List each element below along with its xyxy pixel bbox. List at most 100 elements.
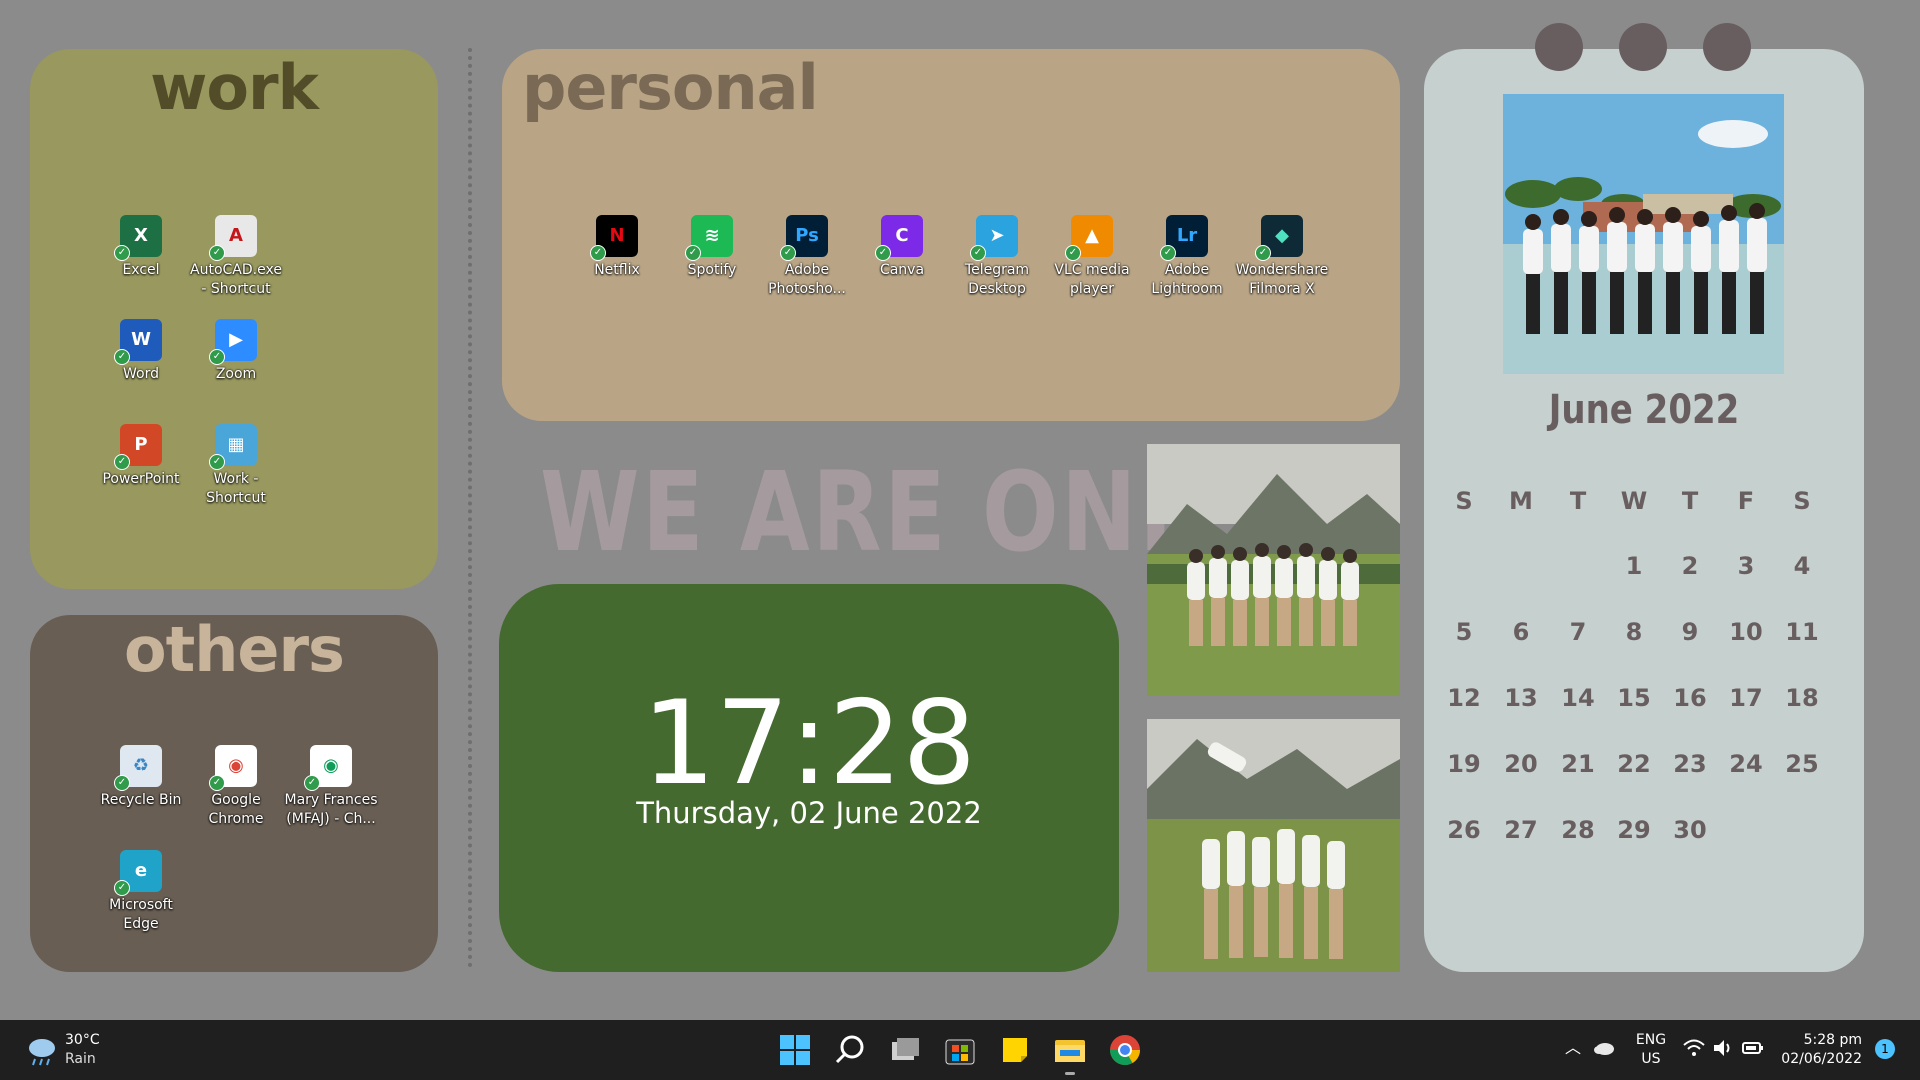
sticky-notes-icon[interactable] bbox=[997, 1032, 1033, 1068]
desktop-icon-zoom[interactable]: ▶ ✓ Zoom bbox=[186, 319, 286, 384]
calendar-day[interactable]: 15 bbox=[1606, 684, 1662, 712]
desktop-icon-canva[interactable]: C ✓ Canva bbox=[852, 215, 952, 280]
task-view-icon[interactable] bbox=[887, 1032, 923, 1068]
desktop-icon-label: Work - Shortcut bbox=[206, 471, 266, 506]
search-icon[interactable] bbox=[832, 1032, 868, 1068]
desktop-icon-vlc[interactable]: ▲ ✓ VLC media player bbox=[1042, 215, 1142, 299]
desktop-icon-google-chrome[interactable]: ◉ ✓ Google Chrome bbox=[186, 745, 286, 829]
lightroom-icon: Lr ✓ bbox=[1160, 215, 1208, 261]
desktop-icon-work-shortcut[interactable]: ▦ ✓ Work - Shortcut bbox=[186, 424, 286, 508]
calendar-month-title: June 2022 bbox=[1548, 387, 1740, 433]
desktop-icon-netflix[interactable]: N ✓ Netflix bbox=[567, 215, 667, 280]
calendar-day[interactable]: 27 bbox=[1493, 816, 1549, 844]
volume-icon[interactable] bbox=[1712, 1038, 1734, 1062]
desktop-icon-label: Adobe Photosho... bbox=[768, 262, 846, 297]
calendar-day[interactable]: 12 bbox=[1436, 684, 1492, 712]
clock-date: Thursday, 02 June 2022 bbox=[636, 796, 982, 830]
recycle-bin-icon: ♻ ✓ bbox=[114, 745, 162, 791]
calendar-day[interactable]: 13 bbox=[1493, 684, 1549, 712]
sync-check-icon: ✓ bbox=[780, 245, 796, 261]
calendar-weekday-header: T bbox=[1569, 487, 1587, 515]
calendar-day[interactable]: 21 bbox=[1550, 750, 1606, 778]
desktop-icon-spotify[interactable]: ≋ ✓ Spotify bbox=[662, 215, 762, 280]
calendar-day[interactable]: 11 bbox=[1774, 618, 1830, 646]
battery-icon[interactable] bbox=[1742, 1038, 1764, 1062]
sync-check-icon: ✓ bbox=[304, 775, 320, 791]
chevron-up-icon[interactable]: ︿ bbox=[1565, 1038, 1581, 1057]
notification-badge[interactable]: 1 bbox=[1875, 1039, 1895, 1059]
desktop-icon-microsoft-edge[interactable]: e ✓ Microsoft Edge bbox=[91, 850, 191, 934]
calendar-day[interactable]: 23 bbox=[1662, 750, 1718, 778]
calendar-day[interactable]: 1 bbox=[1606, 552, 1662, 580]
file-explorer-icon[interactable] bbox=[1052, 1032, 1088, 1075]
calendar-day[interactable]: 10 bbox=[1718, 618, 1774, 646]
taskbar: 30°C Rain ︿ ENG US 5:28 pm 02/06/2022 1 bbox=[0, 1020, 1920, 1080]
sync-check-icon: ✓ bbox=[1160, 245, 1176, 261]
sync-check-icon: ✓ bbox=[1065, 245, 1081, 261]
desktop-icon-photoshop[interactable]: Ps ✓ Adobe Photosho... bbox=[757, 215, 857, 299]
desktop-icon-label: Google Chrome bbox=[208, 792, 264, 827]
calendar-day[interactable]: 17 bbox=[1718, 684, 1774, 712]
microsoft-edge-icon: e ✓ bbox=[114, 850, 162, 896]
desktop-icon-filmora[interactable]: ◆ ✓ Wondershare Filmora X bbox=[1232, 215, 1332, 299]
desktop-icon-powerpoint[interactable]: P ✓ PowerPoint bbox=[91, 424, 191, 489]
calendar-day[interactable]: 3 bbox=[1718, 552, 1774, 580]
calendar-day[interactable]: 19 bbox=[1436, 750, 1492, 778]
desktop-icon-label: Recycle Bin bbox=[100, 792, 182, 808]
personal-panel-title: personal bbox=[522, 51, 819, 124]
calendar-weekday-header: S bbox=[1793, 487, 1811, 515]
desktop-icon-label: Wondershare Filmora X bbox=[1235, 262, 1329, 297]
onedrive-icon[interactable] bbox=[1593, 1040, 1615, 1055]
language-code[interactable]: ENG bbox=[1633, 1031, 1669, 1050]
dotted-divider bbox=[468, 48, 472, 968]
calendar-day[interactable]: 6 bbox=[1493, 618, 1549, 646]
desktop-icon-chrome-profile[interactable]: ◉ ✓ Mary Frances (MFAJ) - Ch... bbox=[281, 745, 381, 829]
taskbar-date[interactable]: 02/06/2022 bbox=[1770, 1050, 1862, 1069]
taskbar-time[interactable]: 5:28 pm bbox=[1780, 1031, 1862, 1050]
calendar-day[interactable]: 8 bbox=[1606, 618, 1662, 646]
personal-panel: personal N ✓ Netflix ≋ ✓ Spotify Ps ✓ Adobe Phot… bbox=[502, 49, 1400, 421]
calendar-day[interactable]: 28 bbox=[1550, 816, 1606, 844]
calendar-ring bbox=[1535, 23, 1583, 71]
chrome-icon[interactable] bbox=[1107, 1032, 1143, 1068]
desktop-icon-excel[interactable]: X ✓ Excel bbox=[91, 215, 191, 280]
weather-widget[interactable] bbox=[24, 1032, 60, 1068]
calendar-day[interactable]: 2 bbox=[1662, 552, 1718, 580]
desktop-icon-label: Excel bbox=[122, 262, 160, 278]
calendar-day[interactable]: 22 bbox=[1606, 750, 1662, 778]
calendar-day[interactable]: 16 bbox=[1662, 684, 1718, 712]
wifi-icon[interactable] bbox=[1683, 1038, 1705, 1062]
desktop-icon-telegram[interactable]: ➤ ✓ Telegram Desktop bbox=[947, 215, 1047, 299]
sync-check-icon: ✓ bbox=[209, 349, 225, 365]
calendar-day[interactable]: 4 bbox=[1774, 552, 1830, 580]
sync-check-icon: ✓ bbox=[209, 454, 225, 470]
zoom-icon: ▶ ✓ bbox=[209, 319, 257, 365]
work-panel: work X ✓ Excel A ✓ AutoCAD.exe - Shortcut W ✓ Wo… bbox=[30, 49, 438, 589]
calendar-day[interactable]: 30 bbox=[1662, 816, 1718, 844]
calendar-day[interactable]: 24 bbox=[1718, 750, 1774, 778]
desktop-icon-label: Adobe Lightroom bbox=[1151, 262, 1223, 297]
group-photo-beach bbox=[1503, 94, 1784, 374]
calendar-day[interactable]: 20 bbox=[1493, 750, 1549, 778]
calendar-day[interactable]: 5 bbox=[1436, 618, 1492, 646]
desktop-icon-label: Netflix bbox=[594, 262, 640, 278]
autocad-icon: A ✓ bbox=[209, 215, 257, 261]
calendar-day[interactable]: 9 bbox=[1662, 618, 1718, 646]
calendar-day[interactable]: 29 bbox=[1606, 816, 1662, 844]
calendar-day[interactable]: 14 bbox=[1550, 684, 1606, 712]
region-code: US bbox=[1641, 1051, 1661, 1067]
chrome-profile-icon: ◉ ✓ bbox=[304, 745, 352, 791]
desktop-icon-word[interactable]: W ✓ Word bbox=[91, 319, 191, 384]
calendar-day[interactable]: 25 bbox=[1774, 750, 1830, 778]
calendar-widget: June 2022 S M T W T F S 1 2 3 4 5 6 7 8 9 10 11 12 13 14 15 16… bbox=[1424, 49, 1864, 972]
calendar-day[interactable]: 7 bbox=[1550, 618, 1606, 646]
calendar-day[interactable]: 18 bbox=[1774, 684, 1830, 712]
desktop-icon-lightroom[interactable]: Lr ✓ Adobe Lightroom bbox=[1137, 215, 1237, 299]
store-icon[interactable] bbox=[942, 1032, 978, 1068]
desktop-icon-recycle-bin[interactable]: ♻ ✓ Recycle Bin bbox=[91, 745, 191, 810]
calendar-day[interactable]: 26 bbox=[1436, 816, 1492, 844]
desktop-icon-label: Telegram Desktop bbox=[964, 262, 1030, 297]
start-icon[interactable] bbox=[777, 1032, 813, 1068]
sync-check-icon: ✓ bbox=[590, 245, 606, 261]
desktop-icon-autocad[interactable]: A ✓ AutoCAD.exe - Shortcut bbox=[186, 215, 286, 299]
